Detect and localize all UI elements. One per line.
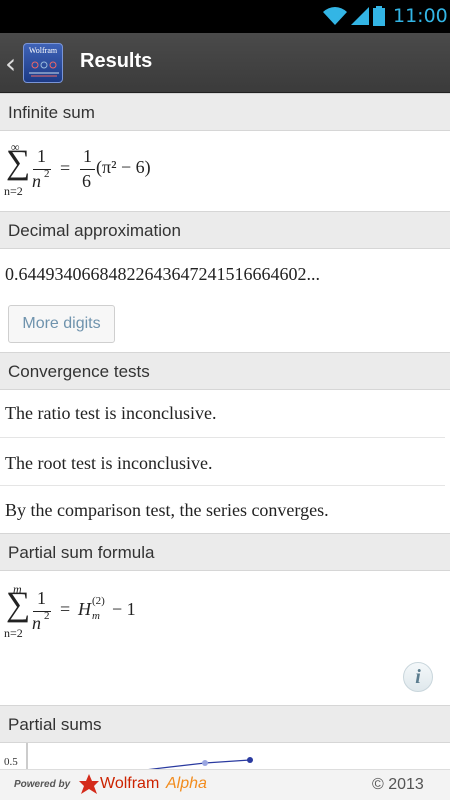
exponent: 2 bbox=[44, 610, 50, 622]
pod-title: Decimal approximation bbox=[8, 221, 181, 240]
pod-header-partial-sums: Partial sums bbox=[0, 705, 450, 743]
sigma-symbol: ∑ bbox=[6, 586, 31, 623]
decimal-value[interactable]: 0.64493406684822643647241516664602... bbox=[5, 264, 320, 285]
expression: (π² − 6) bbox=[96, 157, 151, 177]
alpha-brand[interactable]: Alpha bbox=[166, 775, 207, 793]
coef-bar bbox=[80, 169, 95, 170]
pod-title: Partial sums bbox=[8, 715, 102, 734]
pod-header-infinite-sum: Infinite sum bbox=[0, 93, 450, 131]
page-title: Results bbox=[80, 50, 153, 72]
plot-graphic: 0.5 bbox=[4, 743, 253, 769]
harmonic-order: (2) bbox=[92, 595, 105, 607]
pod-header-convergence: Convergence tests bbox=[0, 352, 450, 390]
convergence-line[interactable]: The ratio test is inconclusive. bbox=[5, 403, 216, 424]
pod-title: Partial sum formula bbox=[8, 543, 155, 562]
plot-point bbox=[202, 760, 208, 766]
app-icon-label: Wolfram bbox=[28, 46, 58, 55]
divider bbox=[0, 437, 445, 438]
copyright: © 2013 bbox=[372, 776, 424, 793]
info-button[interactable]: i bbox=[403, 662, 433, 692]
app-icon-graphic bbox=[29, 61, 59, 77]
infinite-sum-formula[interactable]: ∞ ∑ n=2 1 n 2 = 1 6 (π² − 6) bbox=[4, 140, 204, 202]
sum-lower-bound: n=2 bbox=[4, 626, 23, 640]
fraction-numerator: 1 bbox=[37, 146, 46, 166]
pod-header-partial-formula: Partial sum formula bbox=[0, 533, 450, 571]
app-icon: Wolfram bbox=[23, 43, 63, 83]
wolfram-brand[interactable]: Wolfram bbox=[100, 775, 159, 793]
plot-tick-label: 0.5 bbox=[4, 756, 18, 768]
powered-by-label: Powered by bbox=[14, 779, 71, 790]
harmonic-index: m bbox=[92, 610, 100, 622]
coef-denominator: 6 bbox=[82, 171, 91, 191]
expression: − 1 bbox=[112, 599, 136, 619]
convergence-line[interactable]: By the comparison test, the series conve… bbox=[5, 500, 329, 521]
equals-sign: = bbox=[60, 158, 71, 178]
plot-series-line bbox=[148, 759, 251, 769]
status-bar: 11:00 bbox=[0, 0, 450, 33]
partial-sum-formula[interactable]: m ∑ n=2 1 n 2 = H (2) m − 1 bbox=[4, 582, 204, 644]
battery-icon bbox=[373, 6, 385, 26]
footer: Powered by Wolfram Alpha © 2013 bbox=[0, 769, 450, 800]
back-button[interactable]: ‹ Wolfram bbox=[0, 33, 70, 93]
sigma-symbol: ∑ bbox=[6, 144, 31, 181]
fraction-numerator: 1 bbox=[37, 588, 46, 608]
equals-sign: = bbox=[60, 599, 71, 619]
coef-numerator: 1 bbox=[83, 146, 92, 166]
fraction-denominator: n bbox=[32, 613, 41, 633]
more-digits-button[interactable]: More digits bbox=[8, 305, 115, 343]
clock: 11:00 bbox=[393, 5, 448, 27]
signal-icon bbox=[351, 7, 369, 25]
fraction-denominator: n bbox=[32, 171, 41, 191]
pod-title: Convergence tests bbox=[8, 362, 150, 381]
info-icon: i bbox=[415, 666, 421, 688]
pod-header-decimal: Decimal approximation bbox=[0, 211, 450, 249]
exponent: 2 bbox=[44, 168, 50, 180]
divider bbox=[0, 485, 445, 486]
partial-sums-plot[interactable]: 0.5 bbox=[0, 743, 450, 769]
pod-title: Infinite sum bbox=[8, 103, 95, 122]
convergence-line[interactable]: The root test is inconclusive. bbox=[5, 453, 212, 474]
wifi-icon bbox=[323, 7, 347, 25]
sum-lower-bound: n=2 bbox=[4, 184, 23, 198]
action-bar: ‹ Wolfram Results bbox=[0, 33, 450, 93]
plot-point bbox=[247, 757, 253, 763]
wolfram-star-icon bbox=[79, 774, 99, 794]
harmonic-symbol: H bbox=[78, 599, 91, 619]
chevron-left-icon: ‹ bbox=[5, 47, 17, 80]
